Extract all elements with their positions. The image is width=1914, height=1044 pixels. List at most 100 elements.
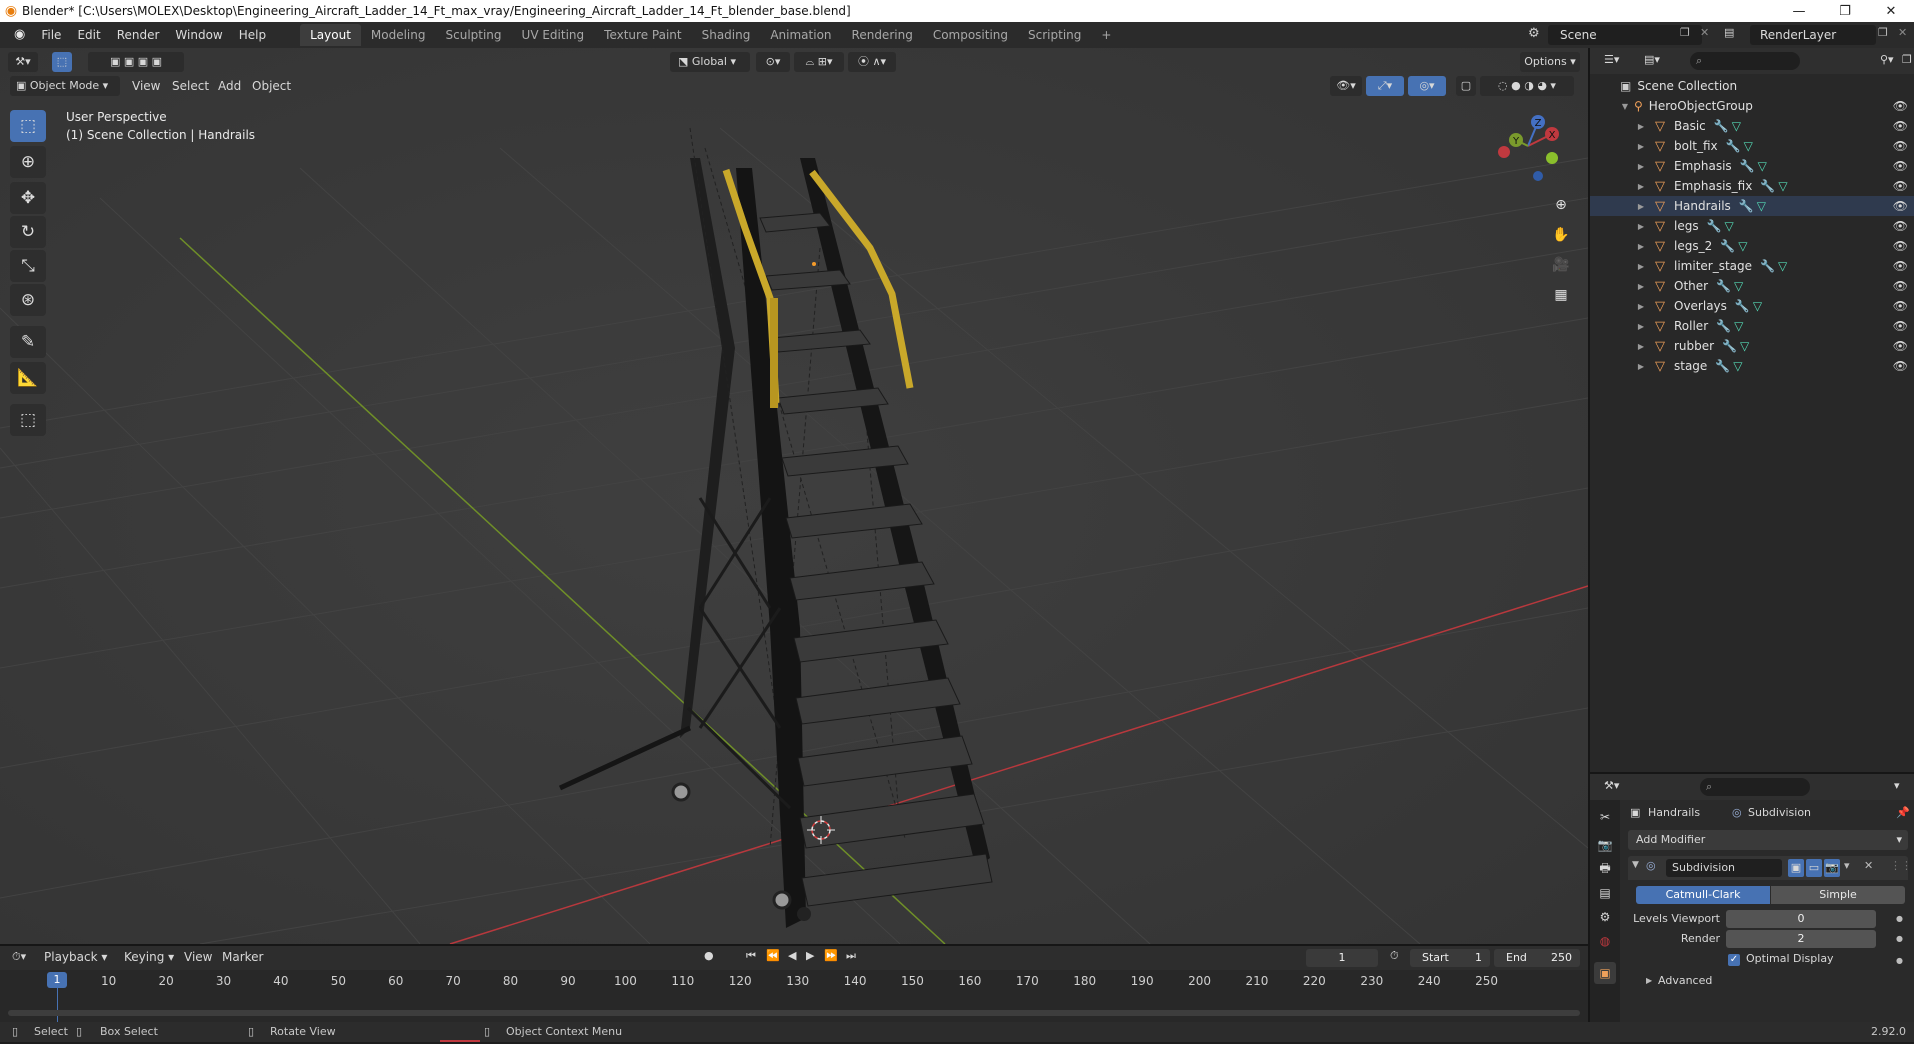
- scale-tool-icon[interactable]: ⤡: [10, 250, 46, 282]
- render-tab-icon[interactable]: 📷: [1594, 834, 1616, 856]
- advanced-section-label[interactable]: Advanced: [1658, 974, 1712, 987]
- mesh-data-icon[interactable]: ▽: [1753, 299, 1762, 313]
- start-frame-field[interactable]: Start 1: [1410, 949, 1490, 967]
- transform-orientation-select[interactable]: ⬔ Global ▾: [670, 52, 750, 72]
- new-scene-icon[interactable]: ❐: [1680, 26, 1690, 39]
- eye-icon[interactable]: 👁: [1893, 139, 1908, 153]
- modifier-wrench-icon[interactable]: 🔧: [1720, 239, 1735, 253]
- eye-icon[interactable]: 👁: [1893, 239, 1908, 253]
- render-layer-icon[interactable]: ▤: [1724, 26, 1734, 39]
- outliner-item[interactable]: ▶ ▽ stage 🔧 ▽ 👁: [1590, 356, 1914, 376]
- menu-keying[interactable]: Keying ▾: [124, 950, 174, 964]
- minimize-button[interactable]: —: [1776, 0, 1822, 22]
- modifier-menu-icon[interactable]: ▾: [1844, 859, 1850, 872]
- scene-selector[interactable]: Scene: [1548, 25, 1702, 45]
- next-keyframe-icon[interactable]: ⏩: [824, 949, 838, 962]
- expand-arrow-icon[interactable]: ▶: [1636, 202, 1646, 211]
- mesh-data-icon[interactable]: ▽: [1744, 139, 1753, 153]
- scene-icon[interactable]: ⚙: [1528, 26, 1540, 41]
- view-layer-tab-icon[interactable]: ▤: [1594, 882, 1616, 904]
- eye-icon[interactable]: 👁: [1893, 199, 1908, 213]
- expand-arrow-icon[interactable]: ▶: [1636, 122, 1646, 131]
- collapse-arrow-icon[interactable]: ▼: [1632, 860, 1639, 870]
- eye-icon[interactable]: 👁: [1893, 279, 1908, 293]
- cursor-tool-icon[interactable]: ⊕: [10, 146, 46, 178]
- properties-editor-icon[interactable]: ⚒▾: [1604, 779, 1619, 792]
- mesh-data-icon[interactable]: ▽: [1758, 159, 1767, 173]
- playhead-handle[interactable]: 1: [47, 972, 67, 988]
- world-tab-icon[interactable]: ◍: [1594, 930, 1616, 952]
- modifier-wrench-icon[interactable]: 🔧: [1740, 159, 1755, 173]
- tab-scripting[interactable]: Scripting: [1018, 24, 1091, 46]
- render-toggle-icon[interactable]: 📷: [1824, 859, 1840, 877]
- outliner-item[interactable]: ▶ ▽ Emphasis 🔧 ▽ 👁: [1590, 156, 1914, 176]
- modifier-wrench-icon[interactable]: 🔧: [1726, 139, 1741, 153]
- eye-icon[interactable]: 👁: [1893, 179, 1908, 193]
- modifier-wrench-icon[interactable]: 🔧: [1739, 199, 1754, 213]
- delete-layer-icon[interactable]: ✕: [1898, 26, 1907, 39]
- mesh-data-icon[interactable]: ▽: [1725, 219, 1734, 233]
- modifier-wrench-icon[interactable]: 🔧: [1707, 219, 1722, 233]
- options-dropdown[interactable]: Options ▾: [1520, 52, 1580, 72]
- expand-arrow-icon[interactable]: ▶: [1636, 302, 1646, 311]
- properties-search-input[interactable]: ⌕: [1700, 778, 1810, 796]
- pan-hand-icon[interactable]: ✋: [1548, 222, 1574, 248]
- output-tab-icon[interactable]: 🖶: [1594, 858, 1616, 880]
- move-tool-icon[interactable]: ✥: [10, 182, 46, 214]
- outliner-item[interactable]: ▶ ▽ Emphasis_fix 🔧 ▽ 👁: [1590, 176, 1914, 196]
- tab-sculpting[interactable]: Sculpting: [436, 24, 512, 46]
- xray-toggle-icon[interactable]: ▢: [1456, 76, 1476, 96]
- modifier-wrench-icon[interactable]: 🔧: [1716, 279, 1731, 293]
- modifier-wrench-icon[interactable]: 🔧: [1716, 319, 1731, 333]
- expand-arrow-icon[interactable]: ▶: [1636, 362, 1646, 371]
- zoom-icon[interactable]: ⊕: [1548, 192, 1574, 218]
- add-workspace-button[interactable]: +: [1091, 24, 1121, 46]
- menu-edit[interactable]: Edit: [69, 24, 108, 46]
- rotate-tool-icon[interactable]: ↻: [10, 216, 46, 248]
- pin-icon[interactable]: 📌: [1896, 806, 1910, 819]
- modifier-wrench-icon[interactable]: 🔧: [1760, 259, 1775, 273]
- menu-window[interactable]: Window: [167, 24, 230, 46]
- mesh-data-icon[interactable]: ▽: [1734, 319, 1743, 333]
- add-cube-tool-icon[interactable]: ⬚: [10, 404, 46, 436]
- eye-icon[interactable]: 👁: [1893, 319, 1908, 333]
- menu-render[interactable]: Render: [109, 24, 168, 46]
- render-levels-field[interactable]: 2: [1726, 930, 1876, 948]
- levels-viewport-field[interactable]: 0: [1726, 910, 1876, 928]
- algorithm-simple-button[interactable]: Simple: [1771, 886, 1905, 904]
- end-frame-field[interactable]: End 250: [1494, 949, 1580, 967]
- eye-icon[interactable]: 👁: [1893, 339, 1908, 353]
- expand-arrow-icon[interactable]: ▶: [1636, 142, 1646, 151]
- menu-add[interactable]: Add: [218, 76, 241, 96]
- mesh-data-icon[interactable]: ▽: [1733, 359, 1742, 373]
- overlays-toggle-icon[interactable]: ◎▾: [1408, 76, 1446, 96]
- add-modifier-dropdown[interactable]: Add Modifier ▾: [1628, 830, 1908, 850]
- eye-icon[interactable]: 👁: [1893, 219, 1908, 233]
- object-tab-icon[interactable]: ▣: [1594, 962, 1616, 984]
- eye-icon[interactable]: 👁: [1893, 299, 1908, 313]
- drag-handle-icon[interactable]: ⋮⋮: [1890, 859, 1912, 872]
- gizmo-toggle-icon[interactable]: ⤢▾: [1366, 76, 1404, 96]
- jump-end-icon[interactable]: ⏭: [846, 949, 856, 963]
- tab-uv-editing[interactable]: UV Editing: [512, 24, 595, 46]
- expand-arrow-icon[interactable]: ▼: [1620, 102, 1630, 111]
- menu-file[interactable]: File: [33, 24, 69, 46]
- mesh-data-icon[interactable]: ▽: [1734, 279, 1743, 293]
- expand-arrow-icon[interactable]: ▶: [1636, 262, 1646, 271]
- outliner-item[interactable]: ▶ ▽ Overlays 🔧 ▽ 👁: [1590, 296, 1914, 316]
- annotate-tool-icon[interactable]: ✎: [10, 326, 46, 358]
- expand-arrow-icon[interactable]: ▶: [1636, 342, 1646, 351]
- pivot-point-button[interactable]: ⊙▾: [756, 52, 790, 72]
- edit-mode-toggle-icon[interactable]: ▣: [1788, 859, 1804, 877]
- modifier-wrench-icon[interactable]: 🔧: [1735, 299, 1750, 313]
- tab-modeling[interactable]: Modeling: [361, 24, 436, 46]
- outliner-scene-collection[interactable]: ▣ Scene Collection: [1590, 76, 1914, 96]
- eye-icon[interactable]: 👁: [1893, 259, 1908, 273]
- eye-icon[interactable]: 👁: [1893, 159, 1908, 173]
- viewport-toggle-icon[interactable]: ▭: [1806, 859, 1822, 877]
- mode-select[interactable]: ▣ Object Mode ▾: [10, 76, 120, 96]
- expand-arrow-icon[interactable]: ▶: [1636, 242, 1646, 251]
- jump-start-icon[interactable]: ⏮: [746, 949, 756, 963]
- expand-arrow-icon[interactable]: ▶: [1636, 162, 1646, 171]
- menu-help[interactable]: Help: [231, 24, 274, 46]
